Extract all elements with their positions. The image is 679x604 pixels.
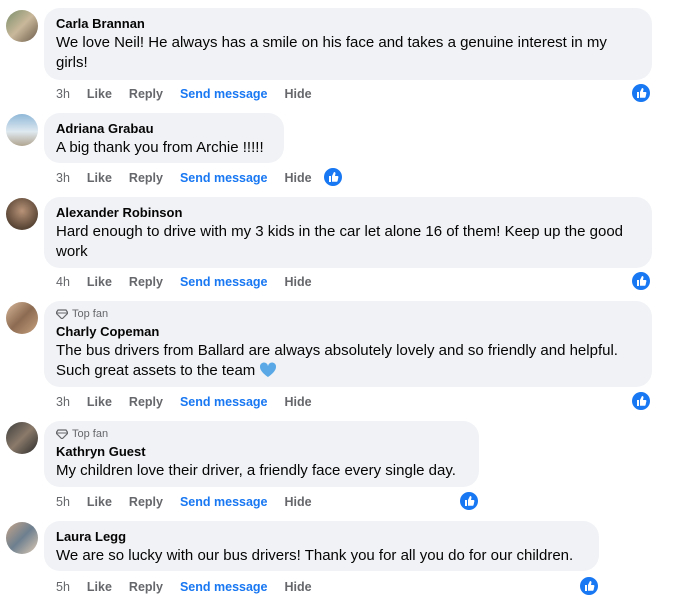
comment-time[interactable]: 5h bbox=[56, 579, 70, 595]
comment-time[interactable]: 3h bbox=[56, 170, 70, 186]
comment-author[interactable]: Adriana Grabau bbox=[56, 120, 272, 138]
comment-author[interactable]: Alexander Robinson bbox=[56, 204, 640, 222]
diamond-icon bbox=[56, 429, 68, 439]
reply-button[interactable]: Reply bbox=[129, 579, 163, 595]
like-reaction-icon[interactable] bbox=[323, 167, 343, 187]
comment-actions: 4h Like Reply Send message Hide bbox=[56, 274, 312, 290]
hide-button[interactable]: Hide bbox=[285, 394, 312, 410]
like-reaction-icon[interactable] bbox=[631, 83, 651, 103]
comment-actions: 3h Like Reply Send message Hide bbox=[56, 170, 312, 186]
hide-button[interactable]: Hide bbox=[285, 579, 312, 595]
comment-time[interactable]: 5h bbox=[56, 494, 70, 510]
comment-bubble: Adriana Grabau A big thank you from Arch… bbox=[44, 113, 284, 163]
hide-button[interactable]: Hide bbox=[285, 274, 312, 290]
like-button[interactable]: Like bbox=[87, 86, 112, 102]
comment-text: My children love their driver, a friendl… bbox=[56, 462, 456, 479]
send-message-button[interactable]: Send message bbox=[180, 170, 268, 186]
comment-bubble: Laura Legg We are so lucky with our bus … bbox=[44, 521, 599, 571]
comment-actions: 5h Like Reply Send message Hide bbox=[56, 579, 312, 595]
top-fan-badge: Top fan bbox=[56, 307, 640, 321]
comment-author[interactable]: Carla Brannan bbox=[56, 15, 640, 33]
like-reaction-icon[interactable] bbox=[579, 576, 599, 596]
comment-author[interactable]: Kathryn Guest bbox=[56, 443, 467, 461]
comment-actions: 5h Like Reply Send message Hide bbox=[56, 494, 312, 510]
blue-heart-icon bbox=[260, 362, 277, 377]
top-fan-badge: Top fan bbox=[56, 427, 467, 441]
comment-text: The bus drivers from Ballard are always … bbox=[56, 341, 646, 381]
comment-time[interactable]: 3h bbox=[56, 86, 70, 102]
send-message-button[interactable]: Send message bbox=[180, 579, 268, 595]
comment-text-content: The bus drivers from Ballard are always … bbox=[56, 342, 618, 379]
like-reaction-icon[interactable] bbox=[631, 271, 651, 291]
comment-bubble: Alexander Robinson Hard enough to drive … bbox=[44, 197, 652, 268]
avatar[interactable] bbox=[6, 422, 38, 454]
comment-time[interactable]: 4h bbox=[56, 274, 70, 290]
hide-button[interactable]: Hide bbox=[285, 86, 312, 102]
comment-time[interactable]: 3h bbox=[56, 394, 70, 410]
comment-bubble: Carla Brannan We love Neil! He always ha… bbox=[44, 8, 652, 80]
comment-text: We love Neil! He always has a smile on h… bbox=[56, 34, 607, 71]
hide-button[interactable]: Hide bbox=[285, 170, 312, 186]
diamond-icon bbox=[56, 309, 68, 319]
like-button[interactable]: Like bbox=[87, 579, 112, 595]
comment-author[interactable]: Laura Legg bbox=[56, 528, 587, 546]
reply-button[interactable]: Reply bbox=[129, 86, 163, 102]
comment-bubble: Top fan Charly Copeman The bus drivers f… bbox=[44, 301, 652, 387]
like-reaction-icon[interactable] bbox=[631, 391, 651, 411]
reply-button[interactable]: Reply bbox=[129, 170, 163, 186]
like-button[interactable]: Like bbox=[87, 170, 112, 186]
like-button[interactable]: Like bbox=[87, 494, 112, 510]
comment-bubble: Top fan Kathryn Guest My children love t… bbox=[44, 421, 479, 487]
top-fan-label: Top fan bbox=[72, 308, 109, 320]
reply-button[interactable]: Reply bbox=[129, 494, 163, 510]
hide-button[interactable]: Hide bbox=[285, 494, 312, 510]
avatar[interactable] bbox=[6, 10, 38, 42]
avatar[interactable] bbox=[6, 522, 38, 554]
comment-author[interactable]: Charly Copeman bbox=[56, 323, 640, 341]
avatar[interactable] bbox=[6, 198, 38, 230]
send-message-button[interactable]: Send message bbox=[180, 394, 268, 410]
like-button[interactable]: Like bbox=[87, 394, 112, 410]
comment-actions: 3h Like Reply Send message Hide bbox=[56, 394, 312, 410]
avatar[interactable] bbox=[6, 114, 38, 146]
send-message-button[interactable]: Send message bbox=[180, 494, 268, 510]
avatar[interactable] bbox=[6, 302, 38, 334]
send-message-button[interactable]: Send message bbox=[180, 274, 268, 290]
comment-text: We are so lucky with our bus drivers! Th… bbox=[56, 547, 574, 564]
reply-button[interactable]: Reply bbox=[129, 274, 163, 290]
comment-actions: 3h Like Reply Send message Hide bbox=[56, 86, 312, 102]
like-button[interactable]: Like bbox=[87, 274, 112, 290]
reply-button[interactable]: Reply bbox=[129, 394, 163, 410]
comment-text: Hard enough to drive with my 3 kids in t… bbox=[56, 223, 624, 260]
top-fan-label: Top fan bbox=[72, 428, 109, 440]
send-message-button[interactable]: Send message bbox=[180, 86, 268, 102]
like-reaction-icon[interactable] bbox=[459, 491, 479, 511]
comment-text: A big thank you from Archie !!!!! bbox=[56, 139, 264, 156]
